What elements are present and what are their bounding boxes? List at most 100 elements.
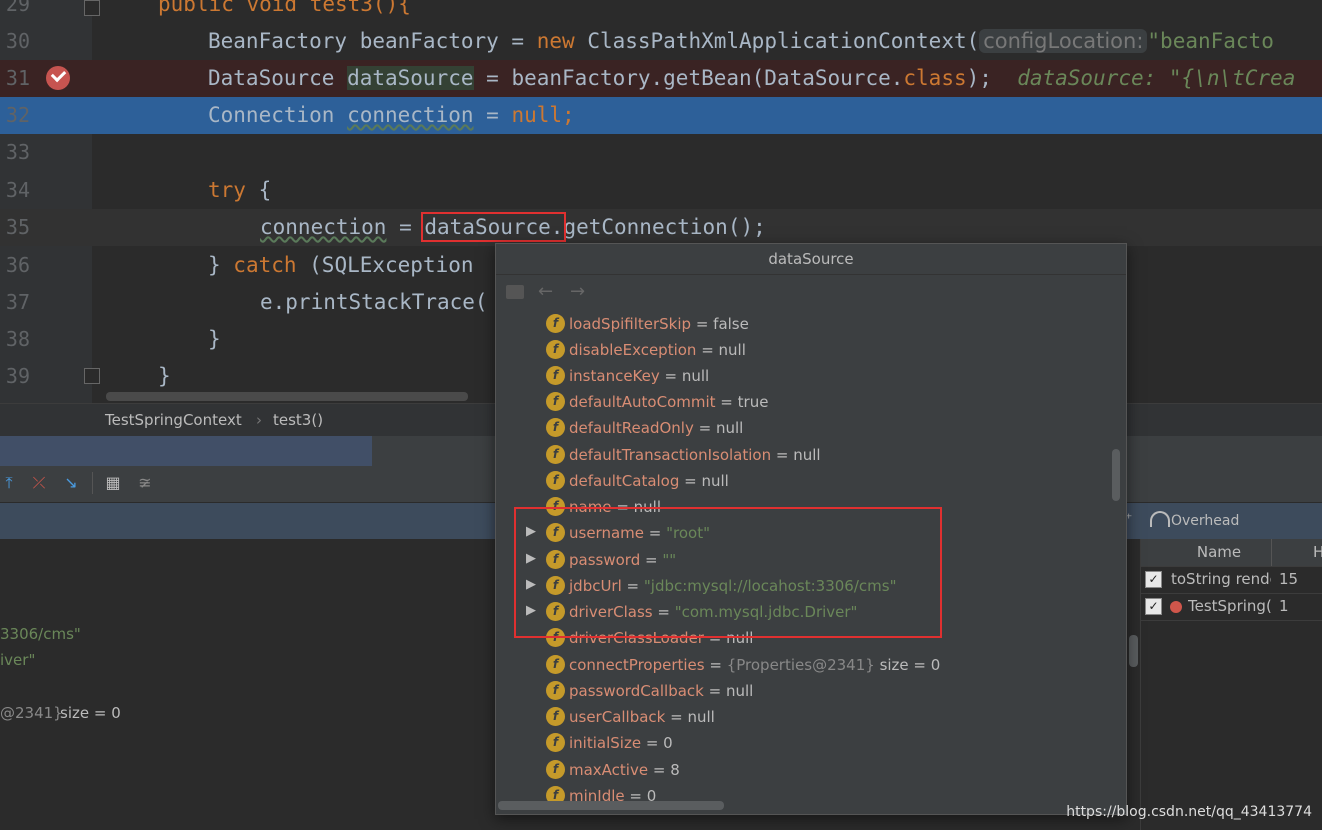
field-row[interactable]: f userCallback = null [496, 704, 1111, 730]
row-count: 15 [1279, 570, 1299, 588]
code-text: } [158, 364, 171, 388]
field-icon: f [546, 314, 565, 333]
enabled-checkbox[interactable]: ✓ [1145, 571, 1162, 588]
breakpoint-dot-icon [1170, 601, 1182, 613]
field-icon: f [546, 707, 565, 726]
popup-title: dataSource [496, 244, 1126, 275]
table-row[interactable]: ✓ toString rende 15 [1141, 566, 1322, 594]
line-number: 35 [5, 215, 30, 239]
drop-frame-icon[interactable]: ⤫ [30, 474, 48, 492]
field-row[interactable]: f disableException = null [496, 337, 1111, 363]
evaluated-expression: dataSource. [421, 212, 567, 242]
code-line-29[interactable]: 29 public void test3(){ [0, 0, 1322, 23]
table-row[interactable]: ✓ TestSpring( 1 [1141, 593, 1322, 621]
back-arrow-icon[interactable]: ← [538, 281, 553, 302]
code-text: Connection connection = null; [208, 103, 575, 127]
breadcrumb-method[interactable]: test3() [273, 411, 323, 429]
variable-value-fragment: @2341} [0, 704, 63, 722]
code-text: DataSource dataSource = beanFactory.getB… [208, 66, 1296, 90]
popup-horizontal-scrollbar[interactable] [498, 801, 724, 810]
row-count: 1 [1279, 597, 1289, 615]
fold-marker-icon[interactable] [84, 368, 100, 384]
code-line-30[interactable]: 30 BeanFactory beanFactory = new ClassPa… [0, 23, 1322, 60]
breadcrumb-separator-icon: › [256, 411, 262, 429]
code-text: BeanFactory beanFactory = new ClassPathX… [208, 29, 1274, 53]
overhead-tab-label[interactable]: Overhead [1171, 513, 1239, 529]
breadcrumb-class[interactable]: TestSpringContext [105, 411, 242, 429]
code-line-34[interactable]: 34 try { [0, 172, 1322, 209]
popup-toolbar: ← → [496, 275, 1126, 312]
line-number: 32 [5, 103, 30, 127]
table-header-row: Name H [1141, 539, 1322, 567]
enabled-checkbox[interactable]: ✓ [1145, 598, 1162, 615]
field-row[interactable]: f connectProperties = {Properties@2341} s… [496, 652, 1111, 678]
code-text: } catch (SQLException [208, 253, 474, 277]
line-number: 39 [5, 364, 30, 388]
field-icon: f [546, 340, 565, 359]
field-icon: f [546, 366, 565, 385]
inline-debug-value: dataSource: "{\n\tCrea [1017, 66, 1296, 90]
variable-value-fragment: 3306/cms" [0, 625, 81, 643]
row-name: toString rende [1171, 570, 1271, 588]
field-row[interactable]: f loadSpifilterSkip = false [496, 311, 1111, 337]
line-number: 37 [5, 290, 30, 314]
line-number: 34 [5, 178, 30, 202]
editor-horizontal-scrollbar[interactable] [106, 392, 468, 401]
column-divider [1271, 539, 1272, 566]
step-out-icon[interactable]: ⤒ [0, 474, 18, 492]
line-number: 33 [5, 140, 30, 164]
field-row[interactable]: f instanceKey = null [496, 363, 1111, 389]
folder-icon[interactable] [506, 285, 524, 299]
overhead-icon[interactable] [1150, 511, 1170, 527]
field-row[interactable]: f maxActive = 8 [496, 757, 1111, 783]
field-row[interactable]: f defaultCatalog = null [496, 468, 1111, 494]
field-icon: f [546, 471, 565, 490]
code-text: connection = dataSource.getConnection(); [260, 212, 766, 242]
evaluate-expression-icon[interactable]: ▦ [104, 474, 122, 492]
fold-marker-icon[interactable] [84, 0, 100, 16]
field-row[interactable]: f defaultTransactionIsolation = null [496, 442, 1111, 468]
watermark: https://blog.csdn.net/qq_43413774 [1066, 804, 1312, 820]
code-line-35[interactable]: 35 connection = dataSource.getConnection… [0, 209, 1322, 246]
column-header-hits[interactable]: H [1313, 539, 1322, 566]
run-to-cursor-icon[interactable]: ↘ [62, 474, 80, 492]
field-row[interactable]: f defaultReadOnly = null [496, 415, 1111, 441]
line-number: 36 [5, 253, 30, 277]
field-icon: f [546, 681, 565, 700]
code-line-32-current[interactable]: 32 Connection connection = null; [0, 97, 1322, 134]
forward-arrow-icon[interactable]: → [570, 281, 585, 302]
field-icon: f [546, 392, 565, 411]
field-icon: f [546, 733, 565, 752]
field-icon: f [546, 418, 565, 437]
line-number: 29 [5, 0, 30, 16]
field-row[interactable]: f initialSize = 0 [496, 730, 1111, 756]
column-header-name[interactable]: Name [1167, 539, 1271, 566]
vertical-scrollbar[interactable] [1129, 635, 1138, 667]
annotation-highlight-box [514, 507, 942, 638]
variable-size-fragment: size = 0 [60, 704, 121, 722]
line-number: 31 [5, 66, 30, 90]
code-text: } [208, 327, 221, 351]
parameter-hint: configLocation: [979, 29, 1148, 53]
toolbar-divider [92, 472, 93, 494]
code-line-31-breakpoint[interactable]: 31 DataSource dataSource = beanFactory.g… [0, 60, 1322, 97]
variable-value-fragment: iver" [0, 651, 36, 669]
field-icon: f [546, 445, 565, 464]
code-text: try { [208, 178, 272, 202]
line-number: 38 [5, 327, 30, 351]
field-icon: f [546, 655, 565, 674]
code-text: e.printStackTrace( [260, 290, 488, 314]
overhead-table[interactable]: Name H ✓ toString rende 15 ✓ TestSpring(… [1129, 539, 1322, 830]
line-number: 30 [5, 29, 30, 53]
field-row[interactable]: f passwordCallback = null [496, 678, 1111, 704]
variables-panel[interactable]: 3306/cms" iver" @2341} size = 0 [0, 539, 495, 830]
code-line-33[interactable]: 33 [0, 134, 1322, 171]
debug-tab[interactable] [0, 436, 372, 466]
breakpoint-icon[interactable] [46, 66, 70, 90]
row-name: TestSpring( [1188, 597, 1271, 615]
trace-current-stream-icon[interactable]: ≆ [136, 474, 154, 492]
field-icon: f [546, 760, 565, 779]
popup-vertical-scrollbar[interactable] [1112, 449, 1120, 501]
field-row[interactable]: f defaultAutoCommit = true [496, 389, 1111, 415]
method-signature: public void test3(){ [158, 0, 411, 16]
